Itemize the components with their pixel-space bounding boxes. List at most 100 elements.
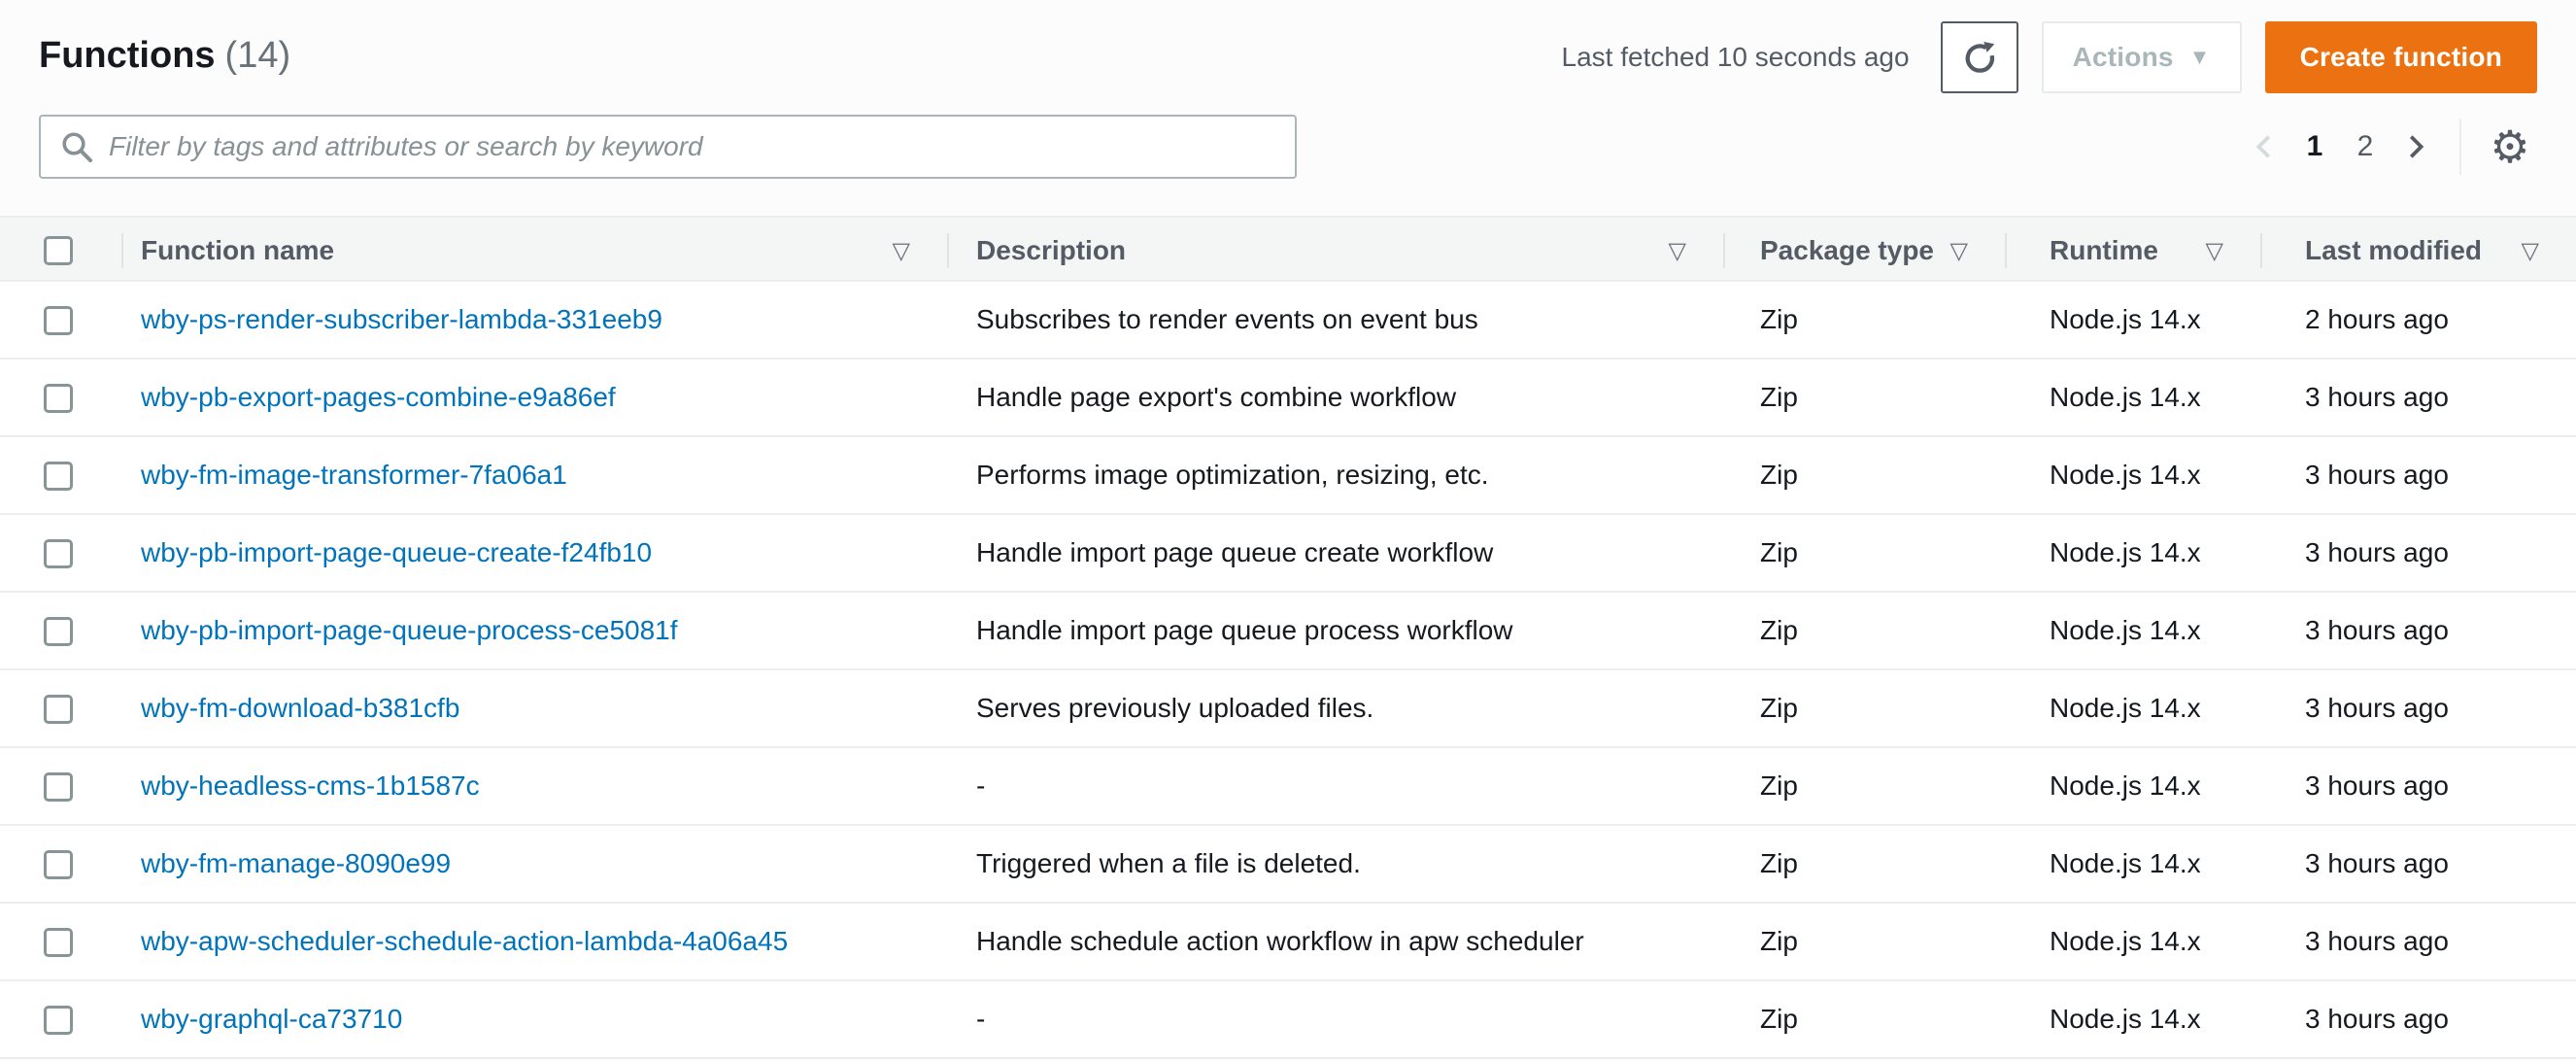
sort-icon[interactable]: ▽ bbox=[893, 237, 910, 265]
runtime-cell: Node.js 14.x bbox=[2050, 537, 2201, 567]
column-label: Function name bbox=[141, 235, 335, 265]
runtime-cell: Node.js 14.x bbox=[2050, 304, 2201, 334]
chevron-right-icon bbox=[2401, 132, 2430, 161]
page-title-text: Functions bbox=[39, 35, 216, 76]
column-label: Last modified bbox=[2305, 235, 2483, 265]
row-checkbox[interactable] bbox=[44, 850, 73, 880]
description-cell: Handle schedule action workflow in apw s… bbox=[976, 926, 1584, 956]
row-checkbox[interactable] bbox=[44, 617, 73, 647]
row-select-cell bbox=[0, 460, 121, 492]
function-name-link[interactable]: wby-apw-scheduler-schedule-action-lambda… bbox=[141, 926, 788, 956]
function-name-cell: wby-pb-export-pages-combine-e9a86ef bbox=[121, 382, 947, 413]
description-cell: Triggered when a file is deleted. bbox=[976, 848, 1361, 878]
column-header-description[interactable]: Description ▽ bbox=[947, 218, 1723, 284]
create-function-button[interactable]: Create function bbox=[2264, 21, 2537, 93]
next-page-button[interactable] bbox=[2393, 120, 2438, 174]
last-modified-cell: 3 hours ago bbox=[2305, 382, 2449, 412]
settings-button[interactable]: ⚙ bbox=[2483, 120, 2537, 174]
sort-icon[interactable]: ▽ bbox=[2522, 237, 2539, 265]
package-type-cell: Zip bbox=[1760, 770, 1798, 801]
row-checkbox[interactable] bbox=[44, 462, 73, 492]
pagination: 1 2 ⚙ bbox=[2242, 119, 2537, 175]
function-name-cell: wby-pb-import-page-queue-process-ce5081f bbox=[121, 615, 947, 646]
functions-count: (14) bbox=[224, 35, 291, 76]
sort-icon[interactable]: ▽ bbox=[1669, 237, 1686, 265]
description-cell: Handle page export's combine workflow bbox=[976, 382, 1457, 412]
row-select-cell bbox=[0, 1004, 121, 1036]
previous-page-button[interactable] bbox=[2242, 120, 2287, 174]
row-checkbox[interactable] bbox=[44, 384, 73, 414]
function-name-cell: wby-fm-download-b381cfb bbox=[121, 693, 947, 724]
functions-table: Function name ▽ Description ▽ Package ty… bbox=[0, 216, 2576, 1059]
function-name-link[interactable]: wby-headless-cms-1b1587c bbox=[141, 770, 480, 801]
row-select-cell bbox=[0, 693, 121, 725]
function-name-cell: wby-graphql-ca73710 bbox=[121, 1004, 947, 1035]
last-modified-cell: 3 hours ago bbox=[2305, 926, 2449, 956]
page-button-2[interactable]: 2 bbox=[2343, 120, 2388, 174]
runtime-cell: Node.js 14.x bbox=[2050, 926, 2201, 956]
function-name-cell: wby-pb-import-page-queue-create-f24fb10 bbox=[121, 537, 947, 568]
chevron-left-icon bbox=[2250, 132, 2279, 161]
runtime-cell: Node.js 14.x bbox=[2050, 615, 2201, 645]
row-checkbox[interactable] bbox=[44, 695, 73, 725]
row-select-cell bbox=[0, 382, 121, 414]
function-name-link[interactable]: wby-fm-image-transformer-7fa06a1 bbox=[141, 460, 567, 490]
row-select-cell bbox=[0, 926, 121, 958]
column-header-last-modified[interactable]: Last modified ▽ bbox=[2260, 218, 2576, 284]
table-header-row: Function name ▽ Description ▽ Package ty… bbox=[0, 216, 2576, 282]
row-checkbox[interactable] bbox=[44, 306, 73, 336]
runtime-cell: Node.js 14.x bbox=[2050, 382, 2201, 412]
table-row: wby-fm-manage-8090e99 Triggered when a f… bbox=[0, 826, 2576, 904]
row-checkbox[interactable] bbox=[44, 1006, 73, 1036]
column-header-runtime[interactable]: Runtime ▽ bbox=[2005, 218, 2260, 284]
column-label: Description bbox=[976, 235, 1127, 265]
filter-input[interactable] bbox=[109, 119, 1275, 175]
row-select-cell bbox=[0, 770, 121, 803]
table-row: wby-pb-import-page-queue-process-ce5081f… bbox=[0, 593, 2576, 670]
description-cell: Subscribes to render events on event bus bbox=[976, 304, 1478, 334]
row-checkbox[interactable] bbox=[44, 772, 73, 803]
sort-icon[interactable]: ▽ bbox=[1950, 237, 1968, 265]
description-cell: - bbox=[976, 770, 986, 801]
function-name-link[interactable]: wby-fm-manage-8090e99 bbox=[141, 848, 451, 878]
function-name-link[interactable]: wby-pb-import-page-queue-process-ce5081f bbox=[141, 615, 678, 645]
column-header-function-name[interactable]: Function name ▽ bbox=[121, 218, 947, 284]
column-header-package-type[interactable]: Package type ▽ bbox=[1723, 218, 2005, 284]
function-name-link[interactable]: wby-pb-export-pages-combine-e9a86ef bbox=[141, 382, 616, 412]
lambda-functions-page: Functions (14) Last fetched 10 seconds ag… bbox=[0, 0, 2576, 1061]
page-title: Functions (14) bbox=[39, 21, 290, 77]
description-cell: Performs image optimization, resizing, e… bbox=[976, 460, 1489, 490]
column-label: Runtime bbox=[2050, 235, 2158, 265]
package-type-cell: Zip bbox=[1760, 615, 1798, 645]
header-bar: Functions (14) Last fetched 10 seconds ag… bbox=[0, 0, 2576, 93]
refresh-button[interactable] bbox=[1940, 21, 2018, 93]
filter-input-wrapper bbox=[39, 115, 1297, 179]
runtime-cell: Node.js 14.x bbox=[2050, 770, 2201, 801]
page-button-1[interactable]: 1 bbox=[2292, 120, 2337, 174]
last-fetched-text: Last fetched 10 seconds ago bbox=[1561, 42, 1910, 72]
runtime-cell: Node.js 14.x bbox=[2050, 1004, 2201, 1034]
last-modified-cell: 3 hours ago bbox=[2305, 848, 2449, 878]
description-cell: Serves previously uploaded files. bbox=[976, 693, 1374, 723]
gear-icon: ⚙ bbox=[2490, 121, 2530, 172]
package-type-cell: Zip bbox=[1760, 460, 1798, 490]
function-name-link[interactable]: wby-graphql-ca73710 bbox=[141, 1004, 402, 1034]
table-row: wby-ps-render-subscriber-lambda-331eeb9 … bbox=[0, 282, 2576, 359]
actions-button-label: Actions bbox=[2072, 42, 2174, 72]
package-type-cell: Zip bbox=[1760, 537, 1798, 567]
actions-button[interactable]: Actions ▼ bbox=[2041, 21, 2242, 93]
row-checkbox[interactable] bbox=[44, 539, 73, 569]
description-cell: Handle import page queue create workflow bbox=[976, 537, 1494, 567]
description-cell: Handle import page queue process workflo… bbox=[976, 615, 1513, 645]
function-name-link[interactable]: wby-ps-render-subscriber-lambda-331eeb9 bbox=[141, 304, 662, 334]
function-name-link[interactable]: wby-fm-download-b381cfb bbox=[141, 693, 459, 723]
runtime-cell: Node.js 14.x bbox=[2050, 460, 2201, 490]
row-checkbox[interactable] bbox=[44, 928, 73, 958]
table-row: wby-apw-scheduler-schedule-action-lambda… bbox=[0, 904, 2576, 981]
package-type-cell: Zip bbox=[1760, 382, 1798, 412]
select-all-checkbox[interactable] bbox=[44, 236, 73, 265]
row-select-cell bbox=[0, 537, 121, 569]
sort-icon[interactable]: ▽ bbox=[2206, 237, 2223, 265]
function-name-link[interactable]: wby-pb-import-page-queue-create-f24fb10 bbox=[141, 537, 652, 567]
chevron-down-icon: ▼ bbox=[2188, 45, 2211, 69]
